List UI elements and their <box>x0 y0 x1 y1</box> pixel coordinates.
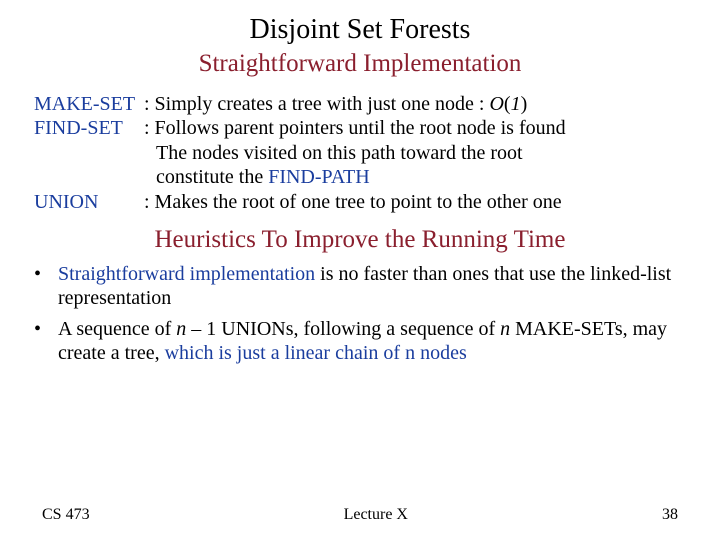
makeset-val: : Simply creates a tree with just one no… <box>144 92 686 116</box>
bullet-dot: • <box>34 262 58 311</box>
findset-line2a: The nodes visited on this path toward th… <box>34 141 686 165</box>
bullet-2-n2: n <box>500 318 510 340</box>
findset-line2b: constitute the FIND-PATH <box>34 165 686 189</box>
bullet-2-n1: n <box>176 318 186 340</box>
footer-left: CS 473 <box>42 506 90 524</box>
bigO-O: O <box>489 93 503 115</box>
bigO-one: 1 <box>511 93 521 115</box>
bigO-open: ( <box>504 93 511 115</box>
bullet-2-text: A sequence of n – 1 UNIONs, following a … <box>58 317 686 366</box>
slide-title: Disjoint Set Forests <box>34 14 686 46</box>
bullet-2-highlight: which is just a linear chain of n nodes <box>165 342 467 364</box>
footer-right: 38 <box>662 506 678 524</box>
bullet-1-highlight: Straightforward implementation <box>58 263 315 285</box>
findset-key: FIND-SET <box>34 116 144 140</box>
footer-center: Lecture X <box>344 506 408 524</box>
union-key: UNION <box>34 190 144 214</box>
makeset-key: MAKE-SET <box>34 92 144 116</box>
slide-subtitle: Straightforward Implementation <box>34 50 686 78</box>
slide-footer: CS 473 Lecture X 38 <box>0 506 720 524</box>
union-text: : Makes the root of one tree to point to… <box>144 190 686 214</box>
definitions-block: MAKE-SET : Simply creates a tree with ju… <box>34 92 686 214</box>
findset-line1: : Follows parent pointers until the root… <box>144 116 686 140</box>
bullet-2-b: – 1 UNIONs, following a sequence of <box>186 318 500 340</box>
bullet-2-a: A sequence of <box>58 318 176 340</box>
makeset-text: : Simply creates a tree with just one no… <box>144 93 489 115</box>
bullet-list: • Straightforward implementation is no f… <box>34 262 686 366</box>
findpath-label: FIND-PATH <box>268 166 370 188</box>
bullet-2: • A sequence of n – 1 UNIONs, following … <box>34 317 686 366</box>
heuristics-title: Heuristics To Improve the Running Time <box>34 226 686 254</box>
bullet-1: • Straightforward implementation is no f… <box>34 262 686 311</box>
bullet-dot: • <box>34 317 58 366</box>
bullet-1-text: Straightforward implementation is no fas… <box>58 262 686 311</box>
bigO-close: ) <box>521 93 528 115</box>
findset-line2b-plain: constitute the <box>156 166 268 188</box>
